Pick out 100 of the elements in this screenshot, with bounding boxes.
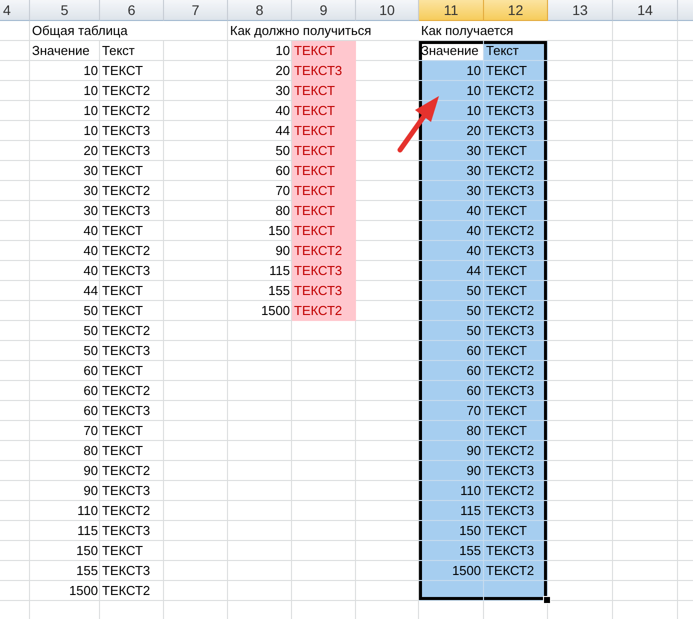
table-cell: 50 — [419, 301, 484, 321]
table-cell: ТЕКСТ3 — [484, 101, 548, 121]
table-cell-text: ТЕКСТ3 — [101, 142, 152, 160]
table-cell: ТЕКСТ — [484, 401, 548, 421]
table-cell: 10 — [419, 61, 484, 81]
table-cell: ТЕКСТ — [484, 341, 548, 361]
table-cell: Как должно получиться — [228, 21, 419, 40]
table-cell: 30 — [419, 141, 484, 161]
table-cell-text: 30 — [82, 182, 99, 200]
table-cell-text: 115 — [268, 262, 291, 280]
column-header[interactable]: 5 — [30, 0, 100, 21]
table-cell: ТЕКСТ3 — [292, 261, 356, 281]
table-cell-text: ТЕКСТ — [101, 442, 144, 460]
column-header[interactable]: 8 — [228, 0, 292, 21]
table-cell-text: 20 — [274, 62, 291, 80]
table-cell-text: 80 — [274, 202, 291, 220]
table-cell: 30 — [419, 181, 484, 201]
table-cell-text: 40 — [82, 262, 99, 280]
table-cell: ТЕКСТ3 — [484, 461, 548, 481]
table-cell: ТЕКСТ2 — [484, 481, 548, 501]
table-cell: ТЕКСТ — [292, 141, 356, 161]
table-cell-text: 150 — [267, 222, 291, 240]
table-cell-text: 50 — [274, 142, 291, 160]
table-cell-text: ТЕКСТ2 — [101, 382, 152, 400]
table-cell-text: ТЕКСТ3 — [101, 342, 152, 360]
table-cell-text: 10 — [82, 82, 99, 100]
table-cell-text: ТЕКСТ — [101, 282, 144, 300]
table-cell-text: 10 — [82, 102, 99, 120]
table-cell-text: 40 — [82, 242, 99, 260]
table-cell: 70 — [419, 401, 484, 421]
table-cell: 60 — [419, 361, 484, 381]
table-cell: ТЕКСТ — [484, 421, 548, 441]
table-cell: 90 — [419, 441, 484, 461]
table-cell: 50 — [419, 281, 484, 301]
table-cell: Значение — [419, 41, 484, 61]
table-cell: ТЕКСТ2 — [484, 561, 548, 581]
column-header[interactable]: 6 — [100, 0, 164, 21]
table-cell: 80 — [419, 421, 484, 441]
table-cell-text: 90 — [82, 462, 99, 480]
column-header[interactable]: 7 — [164, 0, 228, 21]
column-header[interactable]: 12 — [484, 0, 548, 21]
table-cell-text: ТЕКСТ2 — [101, 502, 152, 520]
table-cell: ТЕКСТ3 — [292, 281, 356, 301]
table-cell: ТЕКСТ — [292, 81, 356, 101]
table-cell: ТЕКСТ — [484, 261, 548, 281]
table-cell-text: ТЕКСТ2 — [101, 462, 152, 480]
table-cell: ТЕКСТ2 — [484, 221, 548, 241]
table-cell: 115 — [419, 501, 484, 521]
table-cell: ТЕКСТ2 — [484, 301, 548, 321]
table-cell: ТЕКСТ3 — [484, 241, 548, 261]
fill-handle[interactable] — [543, 596, 551, 604]
table-cell-text: 40 — [82, 222, 99, 240]
table-cell-text: 30 — [82, 162, 99, 180]
table-cell-text: ТЕКСТ2 — [101, 582, 152, 600]
table-cell: Как получается — [419, 21, 548, 40]
table-cell-text: 70 — [82, 422, 99, 440]
table-cell-text: 10 — [82, 122, 99, 140]
table-cell-text: 80 — [82, 442, 99, 460]
table-cell-text: ТЕКСТ3 — [101, 482, 152, 500]
table-cell-text: ТЕКСТ3 — [101, 522, 152, 540]
column-header[interactable]: 10 — [356, 0, 419, 21]
table-cell: ТЕКСТ — [484, 281, 548, 301]
table-cell: ТЕКСТ — [484, 521, 548, 541]
table-cell: 10 — [419, 81, 484, 101]
table-cell-text: ТЕКСТ2 — [101, 102, 152, 120]
table-cell: ТЕКСТ3 — [484, 121, 548, 141]
table-cell-text: 90 — [274, 242, 291, 260]
table-cell-text: ТЕКСТ3 — [101, 402, 152, 420]
column-header[interactable]: 14 — [613, 0, 678, 21]
column-header[interactable]: 13 — [548, 0, 613, 21]
table-cell-text: 60 — [274, 162, 291, 180]
column-header[interactable]: 9 — [292, 0, 356, 21]
table-cell-text: ТЕКСТ2 — [101, 242, 152, 260]
table-cell-text: 1500 — [260, 302, 291, 320]
column-header[interactable]: 4 — [0, 0, 30, 21]
table-cell-text: 50 — [82, 322, 99, 340]
table-cell: ТЕКСТ3 — [484, 541, 548, 561]
column-header[interactable]: 11 — [419, 0, 484, 21]
table-cell: 155 — [419, 541, 484, 561]
table-cell-text: 44 — [274, 122, 291, 140]
table-cell-text: ТЕКСТ3 — [101, 262, 152, 280]
table-cell-text: ТЕКСТ3 — [101, 202, 152, 220]
table-cell-text: ТЕКСТ — [101, 222, 144, 240]
table-cell: ТЕКСТ3 — [292, 61, 356, 81]
table-cell: ТЕКСТ2 — [484, 441, 548, 461]
table-cell-text: 150 — [75, 542, 99, 560]
table-cell: ТЕКСТ2 — [292, 301, 356, 321]
table-cell: ТЕКСТ3 — [484, 381, 548, 401]
table-cell: 44 — [419, 261, 484, 281]
table-cell: ТЕКСТ — [484, 61, 548, 81]
table-cell-text: 110 — [76, 502, 99, 520]
table-cell: 50 — [419, 321, 484, 341]
table-cell: ТЕКСТ2 — [484, 161, 548, 181]
table-cell: ТЕКСТ2 — [484, 81, 548, 101]
table-cell: 20 — [419, 121, 484, 141]
table-cell-text: 20 — [82, 142, 99, 160]
table-cell: ТЕКСТ — [484, 201, 548, 221]
table-cell-text: Текст — [101, 42, 136, 60]
table-cell-text: ТЕКСТ — [101, 62, 144, 80]
table-cell-text: 50 — [82, 302, 99, 320]
